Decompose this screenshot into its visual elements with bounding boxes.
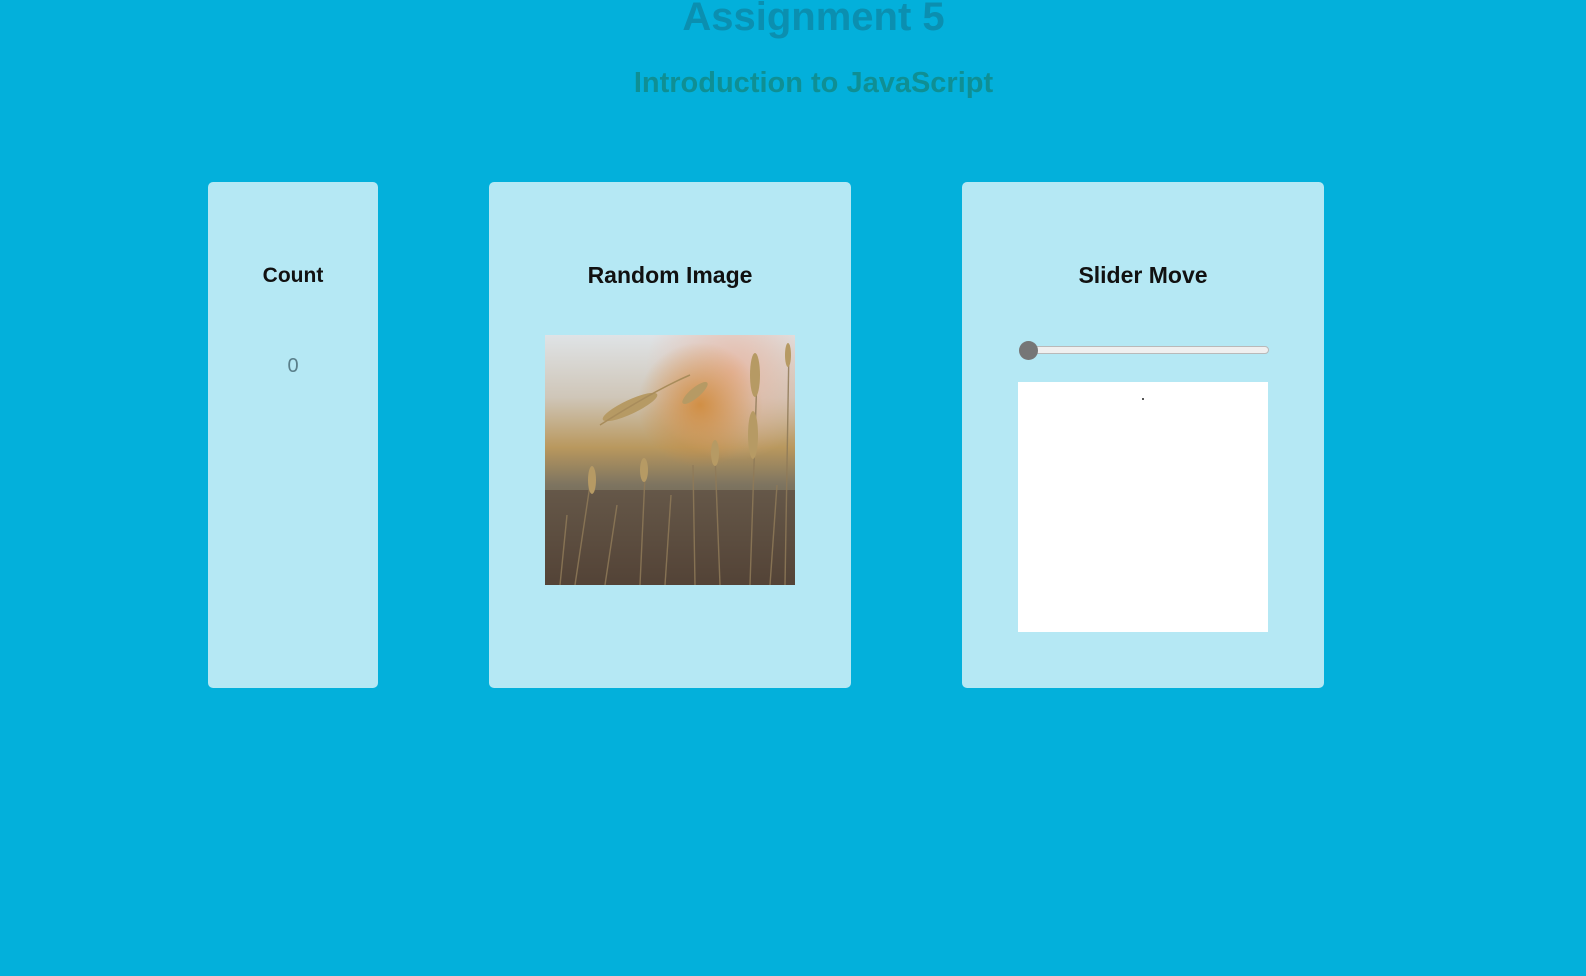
page-title: Assignment 5 <box>682 0 945 39</box>
random-image-heading: Random Image <box>587 262 753 288</box>
position-slider[interactable] <box>1019 341 1269 360</box>
slider-canvas <box>1018 382 1268 632</box>
page-subtitle: Introduction to JavaScript <box>633 67 994 99</box>
slider-move-card[interactable]: Slider Move <box>962 182 1324 688</box>
wheat-photo-graphic <box>545 335 795 585</box>
count-card[interactable]: Count 0 <box>208 182 378 688</box>
slider-move-heading: Slider Move <box>1078 262 1208 288</box>
random-image[interactable] <box>545 335 795 585</box>
canvas-dot <box>1142 398 1144 400</box>
count-heading: Count <box>262 264 324 287</box>
slider-thumb[interactable] <box>1019 341 1038 360</box>
count-value: 0 <box>287 355 299 377</box>
random-image-card[interactable]: Random Image <box>489 182 851 688</box>
slider-track[interactable] <box>1019 346 1269 354</box>
